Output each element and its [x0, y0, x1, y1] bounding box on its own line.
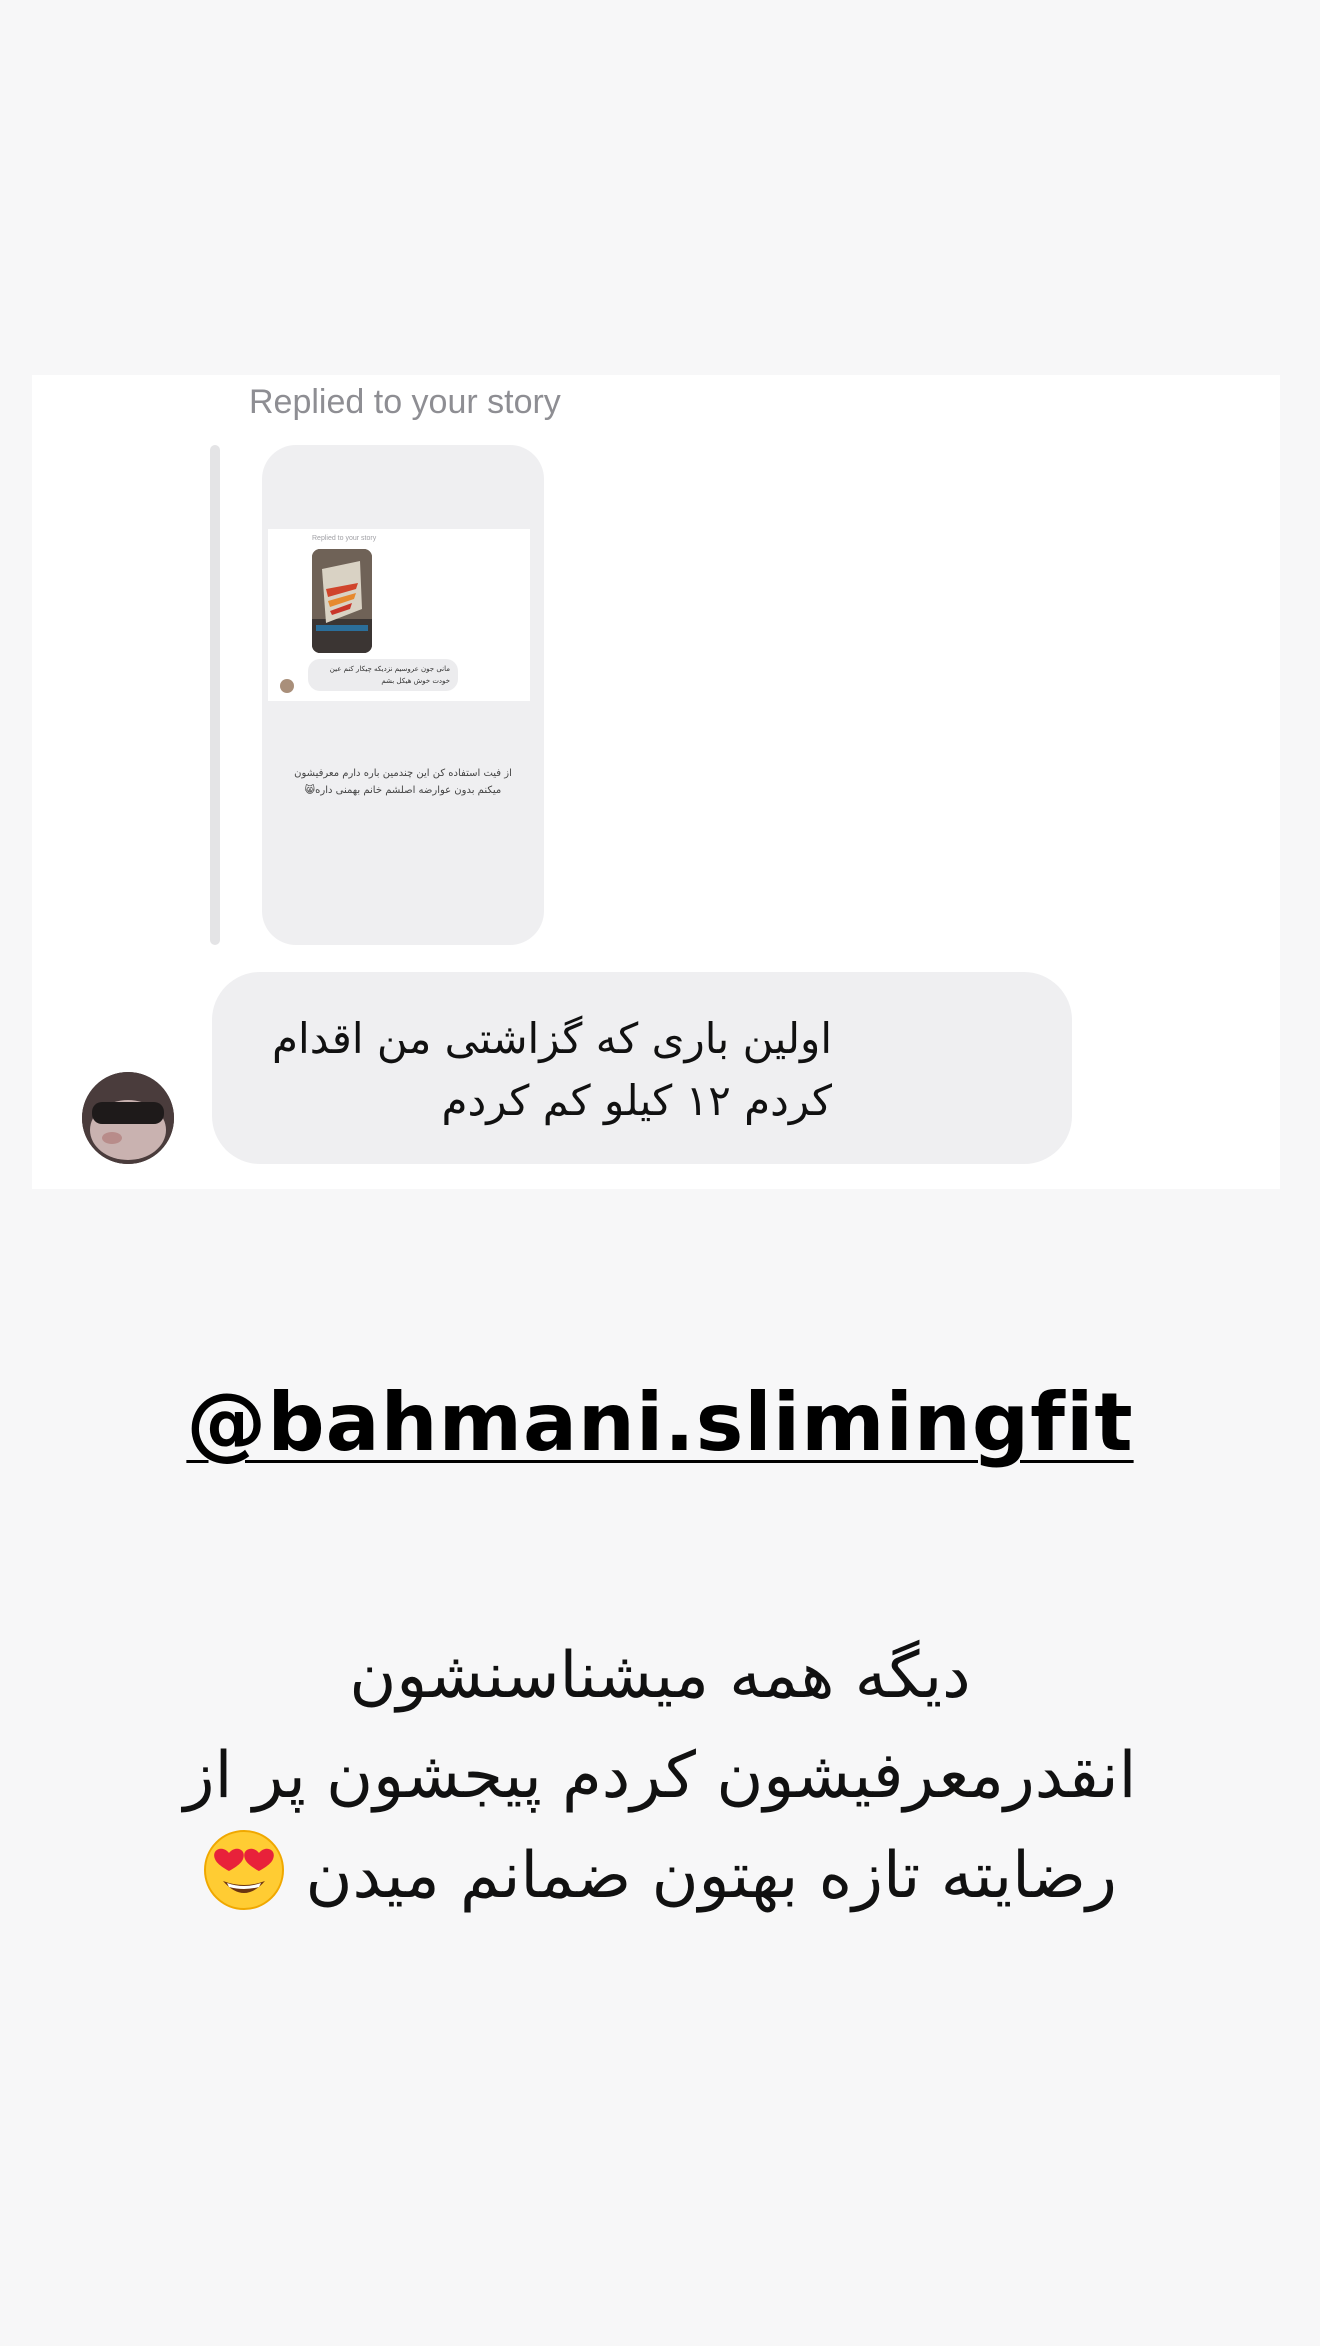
story-page: Replied to your story Replied to your st…: [0, 0, 1320, 2346]
fruit-photo-icon: [312, 549, 372, 653]
inner-replied-label: Replied to your story: [312, 535, 377, 542]
account-handle-text[interactable]: @bahmani.slimingfit: [186, 1376, 1133, 1469]
story-reply-thumbnail[interactable]: Replied to your story مانی جون عروسیم نز…: [262, 445, 544, 945]
caption-line-3: رضایته تازه بهتون ضمانم میدن: [305, 1839, 1117, 1913]
reply-indicator-bar: [210, 445, 220, 945]
story-caption: دیگه همه میشناسنشون انقدرمعرفیشون کردم پ…: [80, 1626, 1240, 1926]
avatar-photo-icon: [82, 1072, 174, 1164]
dm-screenshot-card: Replied to your story Replied to your st…: [32, 375, 1280, 1189]
replied-to-story-label: Replied to your story: [249, 383, 561, 421]
inner-avatar: [280, 679, 294, 693]
sender-avatar[interactable]: [82, 1072, 174, 1164]
account-handle[interactable]: @bahmani.slimingfit: [0, 1376, 1320, 1469]
inner-story-panel: Replied to your story مانی جون عروسیم نز…: [268, 529, 530, 701]
message-text: اولین باری که گزاشتی من اقدام کردم ۱۲ کی…: [272, 1014, 832, 1125]
caption-line-3-wrap: رضایته تازه بهتون ضمانم میدن: [80, 1826, 1240, 1926]
message-bubble[interactable]: اولین باری که گزاشتی من اقدام کردم ۱۲ کی…: [212, 972, 1072, 1164]
caption-line-1: دیگه همه میشناسنشون: [349, 1639, 971, 1713]
heart-eyes-emoji-icon: [204, 1830, 285, 1910]
caption-line-2: انقدرمعرفیشون کردم پیجشون پر از: [183, 1739, 1137, 1813]
inner-story-photo: [312, 549, 372, 653]
story-caption-text: از فیت استفاده کن این چندمین باره دارم م…: [294, 768, 512, 796]
inner-message-bubble: مانی جون عروسیم نزدیکه چیکار کنم عین خود…: [308, 659, 458, 691]
